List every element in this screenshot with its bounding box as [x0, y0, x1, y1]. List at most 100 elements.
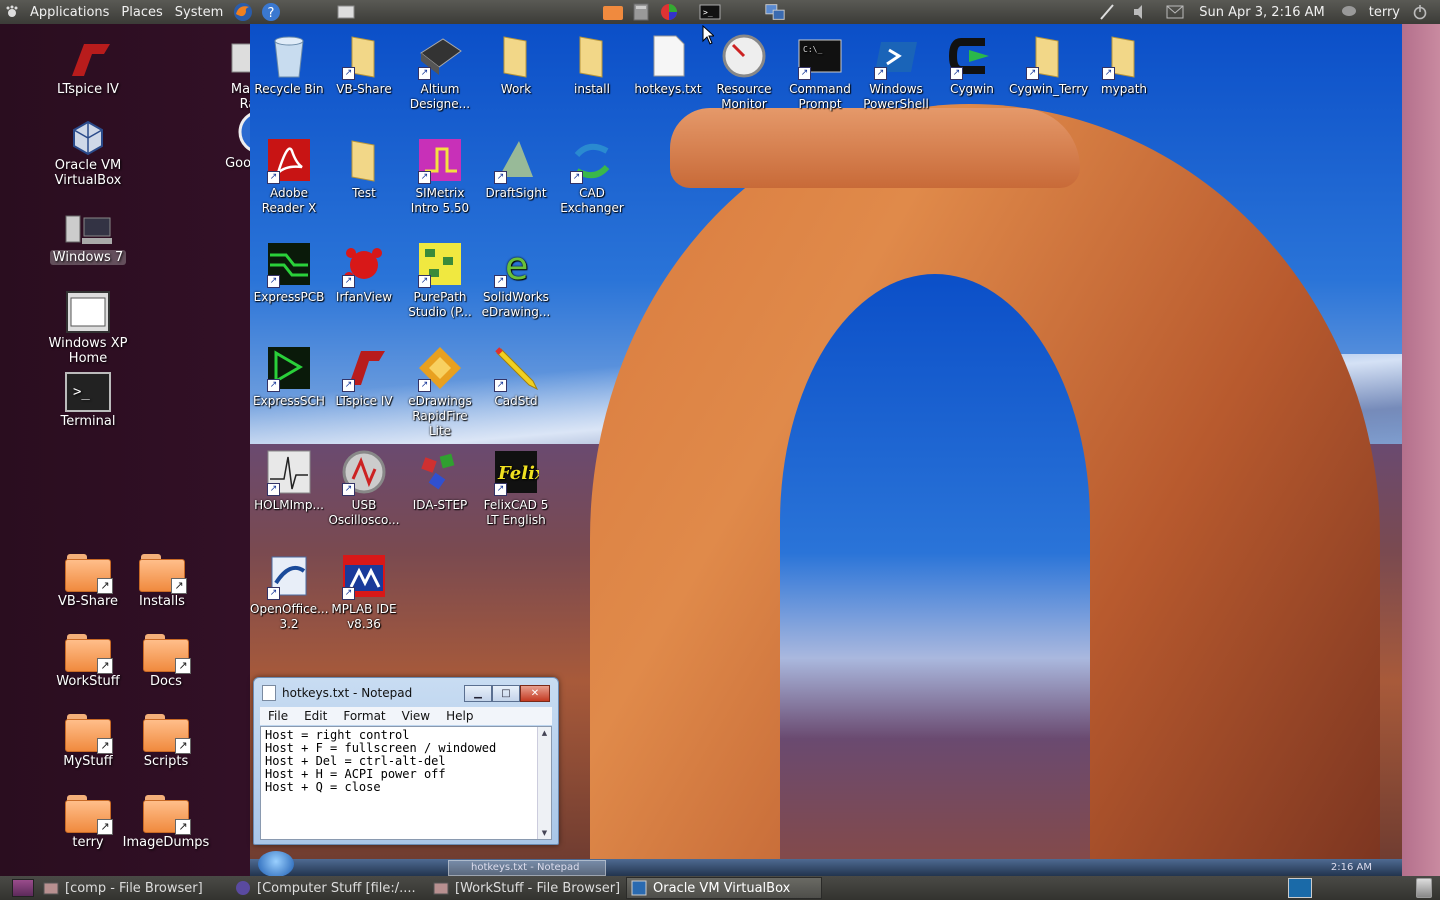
host-icon-terminal[interactable]: >_ Terminal: [40, 372, 136, 429]
user-name[interactable]: terry: [1369, 5, 1400, 20]
host-folder-label: terry: [72, 835, 104, 850]
host-folder-scripts[interactable]: ↗ Scripts: [118, 714, 214, 769]
network-tool-icon[interactable]: [764, 2, 786, 22]
show-desktop-button[interactable]: [12, 879, 34, 897]
guest-icon-label: SIMetrix Intro 5.50: [410, 186, 470, 215]
guest-icon-vb-share[interactable]: ↗ VB-Share: [325, 32, 403, 97]
windows-start-orb-icon[interactable]: [258, 851, 294, 876]
host-folder-imagedumps[interactable]: ↗ ImageDumps: [118, 795, 214, 850]
network-icon[interactable]: [1096, 2, 1118, 22]
folder-icon: ↗: [65, 634, 113, 674]
menu-file[interactable]: File: [260, 709, 296, 723]
files-launcher-icon[interactable]: [602, 2, 624, 22]
host-icon-ltspice[interactable]: LTspice IV: [40, 40, 136, 97]
guest-icon-mypath[interactable]: ↗ mypath: [1085, 32, 1163, 97]
help-icon[interactable]: ?: [260, 2, 282, 22]
menu-view[interactable]: View: [394, 709, 438, 723]
host-icon-virtualbox[interactable]: Oracle VM VirtualBox: [40, 120, 136, 188]
host-folder-docs[interactable]: ↗ Docs: [118, 634, 214, 689]
guest-icon-purepath[interactable]: ↗ PurePath Studio (P...: [401, 240, 479, 320]
guest-icon-label: FelixCAD 5 LT English: [483, 498, 549, 527]
folder-icon: ↗: [65, 714, 113, 754]
guest-icon-altium[interactable]: ↗ Altium Designe...: [401, 32, 479, 112]
scroll-up-icon[interactable]: ▲: [538, 727, 551, 739]
mail-icon[interactable]: [1164, 2, 1186, 22]
guest-icon-draftsight[interactable]: ↗ DraftSight: [477, 136, 555, 201]
guest-icon-openoffice[interactable]: ↗ OpenOffice... 3.2: [250, 552, 329, 632]
notepad-window[interactable]: hotkeys.txt - Notepad ▁ □ ✕ File Edit Fo…: [253, 677, 559, 845]
folder-icon: ↗: [139, 554, 187, 594]
guest-icon-usb-oscilloscope[interactable]: ↗ USB Oscillosco...: [325, 448, 403, 528]
guest-icon-cygwin[interactable]: ↗ Cygwin: [933, 32, 1011, 97]
task-oracle-vm-virtualbox[interactable]: Oracle VM VirtualBox: [626, 877, 822, 899]
guest-icon-resource-monitor[interactable]: Resource Monitor: [705, 32, 783, 112]
guest-icon-irfanview[interactable]: ↗ IrfanView: [325, 240, 403, 305]
terminal-launcher-icon[interactable]: >_: [699, 2, 721, 22]
host-icon-windows7[interactable]: Windows 7: [40, 212, 136, 265]
guest-icon-label: Command Prompt: [789, 82, 851, 111]
color-wheel-icon[interactable]: [658, 2, 680, 22]
guest-icon-felixcad[interactable]: Felix↗ FelixCAD 5 LT English: [477, 448, 555, 528]
guest-icon-expresssch[interactable]: ↗ ExpressSCH: [250, 344, 328, 409]
host-icon-windows-xp-home[interactable]: Windows XP Home: [40, 290, 136, 366]
task-computer-stuff[interactable]: [Computer Stuff [file:/....: [230, 877, 426, 899]
maximize-button[interactable]: □: [492, 685, 520, 702]
guest-icon-ltspice[interactable]: ↗ LTspice IV: [325, 344, 403, 409]
volume-icon[interactable]: [1130, 2, 1152, 22]
guest-icon-adobe-reader[interactable]: ↗ Adobe Reader X: [250, 136, 328, 216]
guest-icon-label: mypath: [1100, 82, 1148, 96]
notes-icon[interactable]: [335, 2, 357, 22]
guest-icon-cad-exchanger[interactable]: ↗ CAD Exchanger: [553, 136, 631, 216]
notepad-text-area[interactable]: Host = right control Host + F = fullscre…: [260, 726, 552, 840]
menu-format[interactable]: Format: [335, 709, 393, 723]
guest-icon-expresspcb[interactable]: ↗ ExpressPCB: [250, 240, 328, 305]
notepad-content[interactable]: Host = right control Host + F = fullscre…: [261, 727, 535, 796]
task-workstuff-file-browser[interactable]: [WorkStuff - File Browser]: [428, 877, 624, 899]
minimize-button[interactable]: ▁: [464, 685, 492, 702]
vertical-scrollbar[interactable]: ▲ ▼: [537, 727, 551, 839]
guest-icon-solidworks-edrawings[interactable]: e ↗ SolidWorks eDrawing...: [477, 240, 555, 320]
guest-clock[interactable]: 2:16 AM: [1331, 862, 1372, 873]
firefox-icon[interactable]: [232, 2, 254, 22]
close-button[interactable]: ✕: [520, 685, 550, 702]
guest-icon-test[interactable]: Test: [325, 136, 403, 201]
svg-text:>_: >_: [73, 384, 90, 400]
guest-taskbar-notepad[interactable]: hotkeys.txt - Notepad: [448, 860, 606, 876]
menu-places[interactable]: Places: [115, 5, 168, 20]
guest-icon-command-prompt[interactable]: C:\_ ↗ Command Prompt: [781, 32, 859, 112]
guest-icon-recycle-bin[interactable]: Recycle Bin: [250, 32, 328, 97]
guest-icon-holmimpulse[interactable]: ↗ HOLMImp...: [250, 448, 328, 513]
guest-icon-mplab[interactable]: ↗ MPLAB IDE v8.36: [325, 552, 403, 632]
bottom-panel: [comp - File Browser] [Computer Stuff [f…: [0, 876, 1440, 900]
calculator-icon[interactable]: [630, 2, 652, 22]
guest-icon-work[interactable]: Work: [477, 32, 555, 97]
virtualbox-tray-icon[interactable]: [1288, 878, 1312, 898]
guest-icon-cygwin-terry[interactable]: ↗ Cygwin_Terry: [1009, 32, 1088, 97]
guest-icon-ida-step[interactable]: IDA-STEP: [401, 448, 479, 513]
guest-icon-powershell[interactable]: ↗ Windows PowerShell: [857, 32, 935, 112]
menu-help[interactable]: Help: [438, 709, 481, 723]
power-icon[interactable]: [1409, 2, 1431, 22]
cad-exchanger-icon: ↗: [568, 136, 616, 184]
folder-icon: ↗: [143, 634, 191, 674]
guest-icon-label: ExpressSCH: [253, 394, 325, 408]
scroll-down-icon[interactable]: ▼: [538, 827, 551, 839]
guest-icon-cadstd[interactable]: ↗ CadStd: [477, 344, 555, 409]
menu-edit[interactable]: Edit: [296, 709, 335, 723]
task-comp-file-browser[interactable]: [comp - File Browser]: [38, 877, 228, 899]
guest-icon-install[interactable]: install: [553, 32, 631, 97]
purepath-icon: ↗: [416, 240, 464, 288]
guest-icon-simetrix[interactable]: ↗ SIMetrix Intro 5.50: [401, 136, 479, 216]
trash-icon[interactable]: [1416, 878, 1432, 898]
menu-applications[interactable]: Applications: [24, 5, 115, 20]
host-icon-label: Oracle VM VirtualBox: [54, 158, 122, 188]
clock[interactable]: Sun Apr 3, 2:16 AM: [1199, 5, 1324, 20]
menu-system[interactable]: System: [169, 5, 229, 20]
guest-icon-label: OpenOffice... 3.2: [250, 602, 329, 631]
chat-status-icon[interactable]: [1338, 2, 1360, 22]
guest-icon-edrawings-rapidfire[interactable]: ↗ eDrawings RapidFire Lite: [401, 344, 479, 439]
draftsight-icon: ↗: [492, 136, 540, 184]
guest-icon-hotkeys-txt[interactable]: hotkeys.txt: [629, 32, 707, 97]
gnome-foot-icon[interactable]: [4, 4, 20, 20]
host-folder-installs[interactable]: ↗ Installs: [114, 554, 210, 609]
